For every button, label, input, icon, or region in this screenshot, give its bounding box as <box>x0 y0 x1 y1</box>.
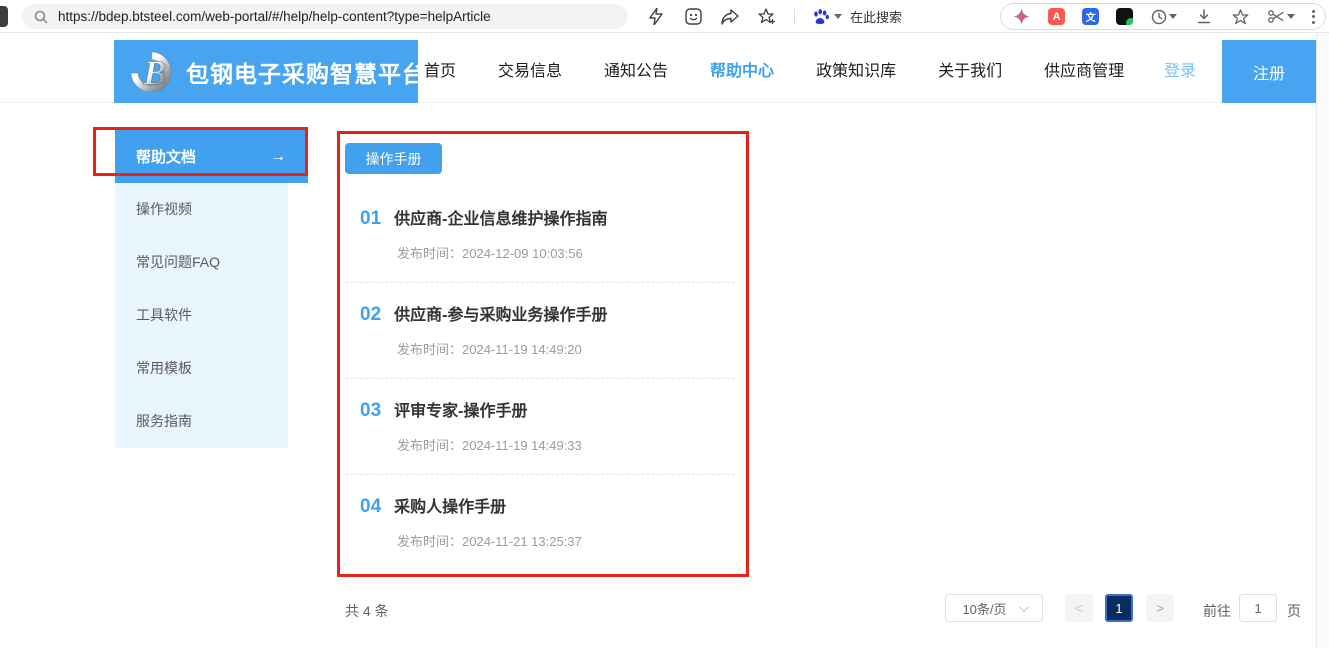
url-text[interactable]: https://bdep.btsteel.com/web-portal/#/he… <box>58 9 491 24</box>
prev-page-button[interactable]: < <box>1065 594 1093 622</box>
smiley-icon[interactable] <box>683 7 703 27</box>
article-publish-date: 发布时间：2024-11-19 14:49:33 <box>397 435 582 454</box>
article-publish-date: 发布时间：2024-12-09 10:03:56 <box>397 243 583 262</box>
chevron-down-icon <box>834 14 842 19</box>
article-link[interactable]: 02 供应商-参与采购业务操作手册 <box>360 301 607 326</box>
nav-item-trade-info[interactable]: 交易信息 <box>498 57 562 81</box>
translate-icon[interactable]: 文 <box>1082 8 1099 25</box>
article-number: 04 <box>360 496 381 518</box>
total-count-label: 共 4 条 <box>345 601 389 621</box>
sidebar-item-service-guide[interactable]: 服务指南 <box>115 395 288 448</box>
article-title[interactable]: 供应商-企业信息维护操作指南 <box>394 205 607 229</box>
chevron-down-icon <box>1169 14 1177 19</box>
brand-logo-icon: B <box>124 47 180 97</box>
chevron-down-icon <box>1287 14 1295 19</box>
brand-title: 包钢电子采购智慧平台 <box>186 55 426 89</box>
star-icon[interactable] <box>1231 7 1251 27</box>
article-list: 01 供应商-企业信息维护操作指南 发布时间：2024-12-09 10:03:… <box>345 187 735 571</box>
article-title[interactable]: 供应商-参与采购业务操作手册 <box>394 301 607 325</box>
baidu-search-widget[interactable]: 在此搜索 <box>812 7 902 26</box>
screen: https://bdep.btsteel.com/web-portal/#/he… <box>0 0 1329 648</box>
sidebar-item-videos[interactable]: 操作视频 <box>115 183 288 236</box>
baidu-paw-icon <box>812 8 830 25</box>
gemini-spark-icon[interactable] <box>1011 7 1031 27</box>
nav-item-home[interactable]: 首页 <box>424 57 456 81</box>
share-icon[interactable] <box>720 7 740 27</box>
article-title[interactable]: 采购人操作手册 <box>394 493 506 517</box>
goto-page-suffix: 页 <box>1287 601 1301 621</box>
chevron-down-icon <box>1018 602 1028 612</box>
browser-toolbar: https://bdep.btsteel.com/web-portal/#/he… <box>0 0 1329 33</box>
lightning-icon[interactable] <box>646 7 666 27</box>
sidebar-item-templates[interactable]: 常用模板 <box>115 342 288 395</box>
nav-item-policy-kb[interactable]: 政策知识库 <box>816 57 896 81</box>
help-sidebar: 帮助文档 → 操作视频 常见问题FAQ 工具软件 常用模板 服务指南 <box>115 130 288 448</box>
article-publish-date: 发布时间：2024-11-19 14:49:20 <box>397 339 582 358</box>
article-row: 04 采购人操作手册 发布时间：2024-11-21 13:25:37 <box>345 475 735 571</box>
extension-cluster: A 文 <box>1000 3 1326 30</box>
arrow-right-icon: → <box>270 148 286 166</box>
search-icon <box>34 10 48 24</box>
article-row: 03 评审专家-操作手册 发布时间：2024-11-19 14:49:33 <box>345 379 735 475</box>
nav-item-notices[interactable]: 通知公告 <box>604 57 668 81</box>
download-icon[interactable] <box>1194 7 1214 27</box>
nav-item-about-us[interactable]: 关于我们 <box>938 57 1002 81</box>
site-header: B 包钢电子采购智慧平台 首页 交易信息 通知公告 帮助中心 政策知识库 关于我… <box>0 34 1329 103</box>
article-number: 03 <box>360 400 381 422</box>
article-title[interactable]: 评审专家-操作手册 <box>394 397 527 421</box>
manual-category-button[interactable]: 操作手册 <box>345 143 442 174</box>
pdf-icon[interactable]: A <box>1048 8 1065 25</box>
star-add-icon[interactable] <box>757 7 777 27</box>
current-page-button[interactable]: 1 <box>1105 594 1133 622</box>
page-size-value: 10条/页 <box>962 599 1006 618</box>
sidebar-item-help-docs[interactable]: 帮助文档 → <box>115 130 308 183</box>
kebab-menu-icon[interactable] <box>1312 10 1315 24</box>
article-number: 02 <box>360 304 381 326</box>
article-link[interactable]: 04 采购人操作手册 <box>360 493 506 518</box>
article-publish-date: 发布时间：2024-11-21 13:25:37 <box>397 531 582 550</box>
article-link[interactable]: 03 评审专家-操作手册 <box>360 397 527 422</box>
article-number: 01 <box>360 208 381 230</box>
sidebar-item-label: 帮助文档 <box>136 146 196 167</box>
main-nav: 首页 交易信息 通知公告 帮助中心 政策知识库 关于我们 供应商管理 <box>424 34 1124 103</box>
article-row: 01 供应商-企业信息维护操作指南 发布时间：2024-12-09 10:03:… <box>345 187 735 283</box>
nav-item-help-center[interactable]: 帮助中心 <box>710 57 774 81</box>
address-bar[interactable]: https://bdep.btsteel.com/web-portal/#/he… <box>22 4 628 29</box>
register-button[interactable]: 注册 <box>1222 40 1316 103</box>
nav-item-supplier-mgmt[interactable]: 供应商管理 <box>1044 57 1124 81</box>
goto-page-input[interactable] <box>1239 594 1277 622</box>
goto-page-prefix: 前往 <box>1203 601 1231 621</box>
login-link[interactable]: 登录 <box>1164 34 1196 103</box>
baidu-search-label: 在此搜索 <box>850 7 902 26</box>
article-row: 02 供应商-参与采购业务操作手册 发布时间：2024-11-19 14:49:… <box>345 283 735 379</box>
sidebar-item-faq[interactable]: 常见问题FAQ <box>115 236 288 289</box>
toolbar-divider <box>794 9 795 25</box>
brand-logo-block[interactable]: B 包钢电子采购智慧平台 <box>114 40 418 103</box>
scissors-menu[interactable] <box>1268 9 1295 24</box>
history-menu[interactable] <box>1151 9 1177 25</box>
next-page-button[interactable]: > <box>1146 594 1174 622</box>
sidebar-item-tools[interactable]: 工具软件 <box>115 289 288 342</box>
svg-text:B: B <box>142 54 166 92</box>
article-link[interactable]: 01 供应商-企业信息维护操作指南 <box>360 205 607 230</box>
page-right-gutter <box>1316 34 1329 648</box>
window-edge-fragment <box>0 6 8 27</box>
page-size-select[interactable]: 10条/页 <box>945 594 1043 622</box>
dark-logo-icon[interactable] <box>1116 8 1133 25</box>
